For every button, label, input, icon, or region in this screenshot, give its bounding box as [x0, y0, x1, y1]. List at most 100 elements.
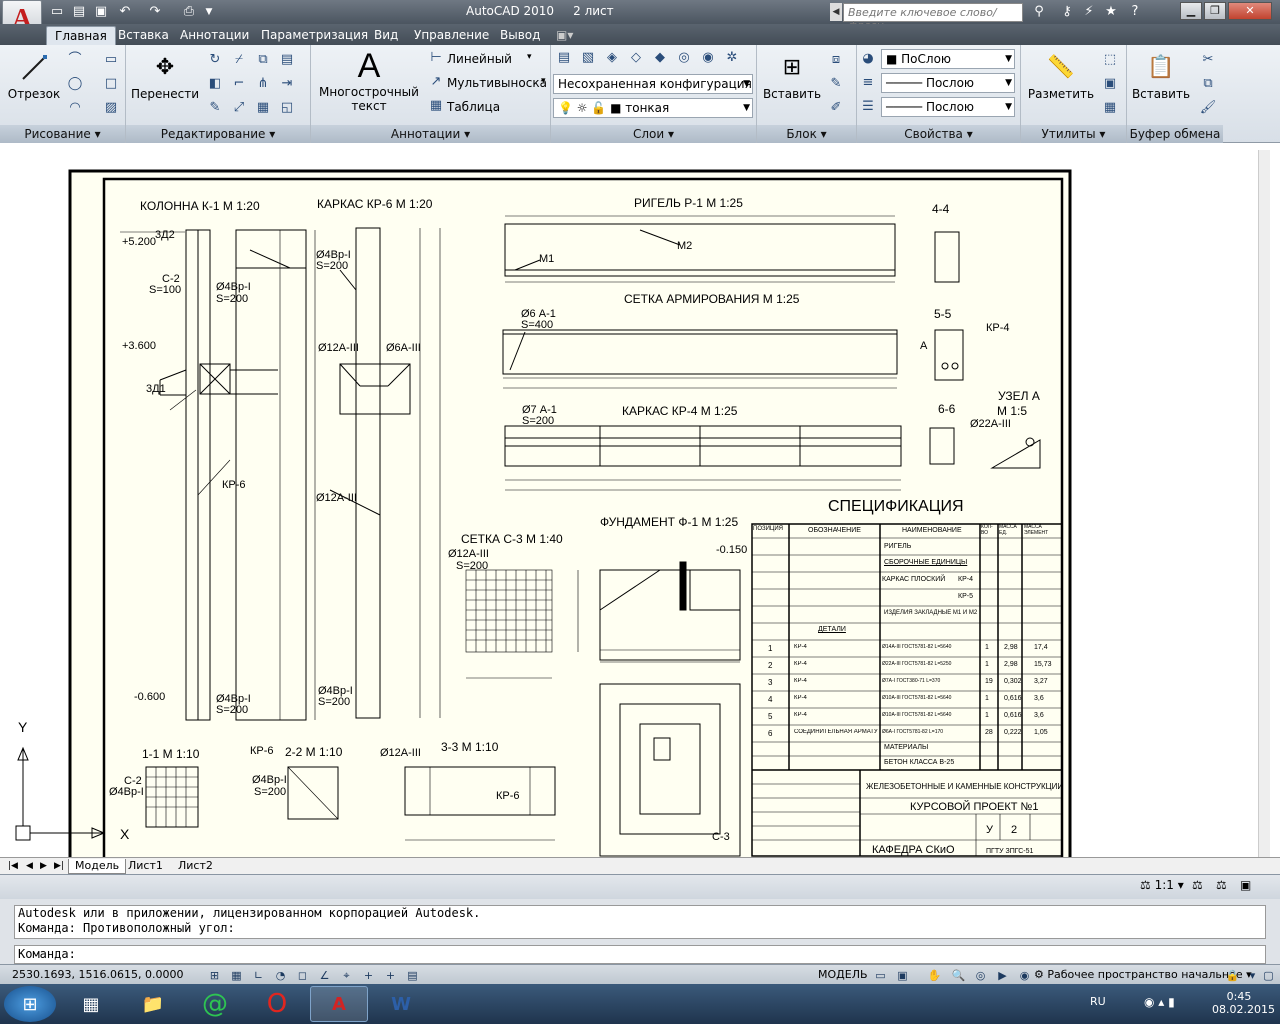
lineweight-icon[interactable]: ☰ — [859, 98, 877, 116]
vertical-scrollbar[interactable] — [1258, 150, 1270, 857]
clipboard-panel-title[interactable]: Буфер обмена — [1127, 125, 1223, 143]
last-layout-icon[interactable]: ▶| — [48, 859, 70, 874]
multileader-button[interactable]: Мультивыноска — [447, 76, 547, 90]
block-panel-title[interactable]: Блок ▾ — [757, 125, 856, 143]
start-button[interactable]: ⊞ — [4, 986, 56, 1022]
ducs-icon[interactable]: ⌖ — [338, 967, 355, 983]
line-button[interactable]: Отрезок — [6, 51, 62, 101]
search-expand-icon[interactable]: ◀ — [830, 3, 842, 21]
layout-view2-icon[interactable]: ▣ — [894, 967, 911, 983]
tab-annotate[interactable]: Аннотации — [172, 26, 257, 45]
layer-state-icon[interactable]: ▧ — [579, 49, 597, 67]
steeringwheel-icon[interactable]: ◎ — [972, 967, 989, 983]
lock-icon[interactable]: 🔒 — [1224, 967, 1241, 983]
linetype-combo[interactable]: ───── Послою ▼ — [881, 73, 1015, 93]
taskbar-agent-icon[interactable]: @ — [186, 986, 244, 1022]
tab-home[interactable]: Главная — [46, 26, 116, 45]
statusbar-menu-icon[interactable]: ▾ — [1244, 967, 1261, 983]
search-input[interactable]: Введите ключевое слово/фразу — [843, 3, 1023, 32]
coordinates[interactable]: 2530.1693, 1516.0615, 0.0000 — [12, 968, 183, 981]
ribbon-options-icon[interactable]: ▣▾ — [548, 26, 581, 45]
tab-view[interactable]: Вид — [366, 26, 406, 45]
rectangle-icon[interactable]: ▭ — [102, 51, 120, 69]
tab-output[interactable]: Вывод — [492, 26, 548, 45]
rect-icon[interactable]: □ — [102, 75, 120, 93]
offset-icon[interactable]: ◱ — [278, 99, 296, 117]
auto-scale-icon[interactable]: ⚖ — [1216, 878, 1227, 892]
workspace-lock-icon[interactable]: ▣ — [1240, 878, 1251, 892]
favorites-icon[interactable]: ★ — [1102, 3, 1120, 21]
snap-icon[interactable]: ⊞ — [206, 967, 223, 983]
layer-walk-icon[interactable]: ◉ — [699, 49, 717, 67]
copy-dropdown-icon[interactable]: ▤ — [278, 51, 296, 69]
osnap-icon[interactable]: ◻ — [294, 967, 311, 983]
model-space-canvas[interactable]: КОЛОННА К-1 М 1:20 КАРКАС КР-6 М 1:20 РИ… — [0, 150, 1270, 857]
color-combo[interactable]: ■ ПоСлою ▼ — [881, 49, 1015, 69]
linear-dim-dropdown[interactable]: ▾ — [527, 52, 532, 62]
layers-panel-title[interactable]: Слои ▾ — [551, 125, 756, 143]
annotation-visibility-icon[interactable]: ⚖ — [1192, 878, 1203, 892]
zoom-icon[interactable]: 🔍 — [950, 967, 967, 983]
edit-attribute-icon[interactable]: ✐ — [827, 99, 845, 117]
color-wheel-icon[interactable]: ◕ — [859, 50, 877, 68]
utilities-panel-title[interactable]: Утилиты ▾ — [1021, 125, 1126, 143]
annotation-panel-title[interactable]: Аннотации ▾ — [311, 125, 550, 143]
taskbar-explorer-icon[interactable]: 📁 — [124, 986, 182, 1022]
key-icon[interactable]: ⚷ — [1058, 3, 1076, 21]
layer-match-icon[interactable]: ◇ — [627, 49, 645, 67]
layer-iso-icon[interactable]: ◈ — [603, 49, 621, 67]
scale-icon[interactable]: ⤢ — [230, 99, 248, 117]
grid-icon[interactable]: ▦ — [228, 967, 245, 983]
tab-manage[interactable]: Управление — [406, 26, 497, 45]
new-icon[interactable]: ▭ — [48, 3, 66, 21]
showmotion-icon[interactable]: ▶ — [994, 967, 1011, 983]
fillet-icon[interactable]: ⌐ — [230, 75, 248, 93]
save-icon[interactable]: ▣ — [92, 3, 110, 21]
match-properties-icon[interactable]: 🖌 — [1199, 99, 1217, 117]
dyn-icon[interactable]: + — [360, 967, 377, 983]
taskbar-calculator-icon[interactable]: ▦ — [62, 986, 120, 1022]
draw-panel-title[interactable]: Рисование ▾ — [0, 125, 125, 143]
layer-prev-icon[interactable]: ◆ — [651, 49, 669, 67]
modify-panel-title[interactable]: Редактирование ▾ — [126, 125, 310, 143]
showmotion2-icon[interactable]: ◉ — [1016, 967, 1033, 983]
linear-dim-button[interactable]: Линейный — [447, 52, 512, 66]
stretch-icon[interactable]: ✎ — [206, 99, 224, 117]
maximize-button[interactable]: ❐ — [1204, 2, 1226, 20]
redo-icon[interactable]: ↷ — [146, 3, 164, 21]
tray-icons[interactable]: ◉ ▴ ▮ — [1144, 995, 1175, 1009]
close-button[interactable]: ✕ — [1228, 2, 1272, 20]
array-icon[interactable]: ▦ — [254, 99, 272, 117]
tab-parametric[interactable]: Параметризация — [253, 26, 376, 45]
annotation-scale[interactable]: ⚖ 1:1 ▾ — [1140, 878, 1184, 892]
calculator-icon[interactable]: ▦ — [1101, 99, 1119, 117]
tab-layout1[interactable]: Лист1 — [122, 859, 169, 874]
copy-icon[interactable]: ⧉ — [254, 51, 272, 69]
ortho-icon[interactable]: ∟ — [250, 967, 267, 983]
layout-view-icon[interactable]: ▭ — [872, 967, 889, 983]
minimize-button[interactable]: ▁ — [1180, 2, 1202, 20]
move-button[interactable]: ✥ Перенести — [130, 51, 200, 102]
layer-properties-icon[interactable]: ▤ — [555, 49, 573, 67]
binoculars-icon[interactable]: ⚲ — [1030, 3, 1048, 21]
workspace-switch[interactable]: ⚙ Рабочее пространство начальное ▾ — [1034, 968, 1252, 981]
mirror-icon[interactable]: ◧ — [206, 75, 224, 93]
linetype-icon[interactable]: ≡ — [859, 74, 877, 92]
open-icon[interactable]: ▤ — [70, 3, 88, 21]
lineweight-combo[interactable]: ───── Послою ▼ — [881, 97, 1015, 117]
lineweight-toggle-icon[interactable]: + — [382, 967, 399, 983]
clean-screen-icon[interactable]: ▢ — [1260, 967, 1277, 983]
multileader-dropdown[interactable]: ▾ — [541, 76, 546, 86]
layer-combo[interactable]: 💡 ☼ 🔓 ■ тонкая ▼ — [553, 98, 753, 118]
qat-dropdown-icon[interactable]: ▼ — [200, 3, 218, 21]
otrack-icon[interactable]: ∠ — [316, 967, 333, 983]
linear-dim-icon[interactable]: ⊢ — [427, 49, 445, 67]
quick-select-icon[interactable]: ⬚ — [1101, 51, 1119, 69]
command-input[interactable]: Команда: — [14, 945, 1266, 964]
paste-button[interactable]: 📋 Вставить — [1129, 51, 1193, 102]
taskbar-word-icon[interactable]: W — [372, 986, 430, 1022]
properties-panel-title[interactable]: Свойства ▾ — [857, 125, 1020, 143]
pan-icon[interactable]: ✋ — [926, 967, 943, 983]
table-button[interactable]: Таблица — [447, 100, 500, 114]
copy-clip-icon[interactable]: ⧉ — [1199, 75, 1217, 93]
